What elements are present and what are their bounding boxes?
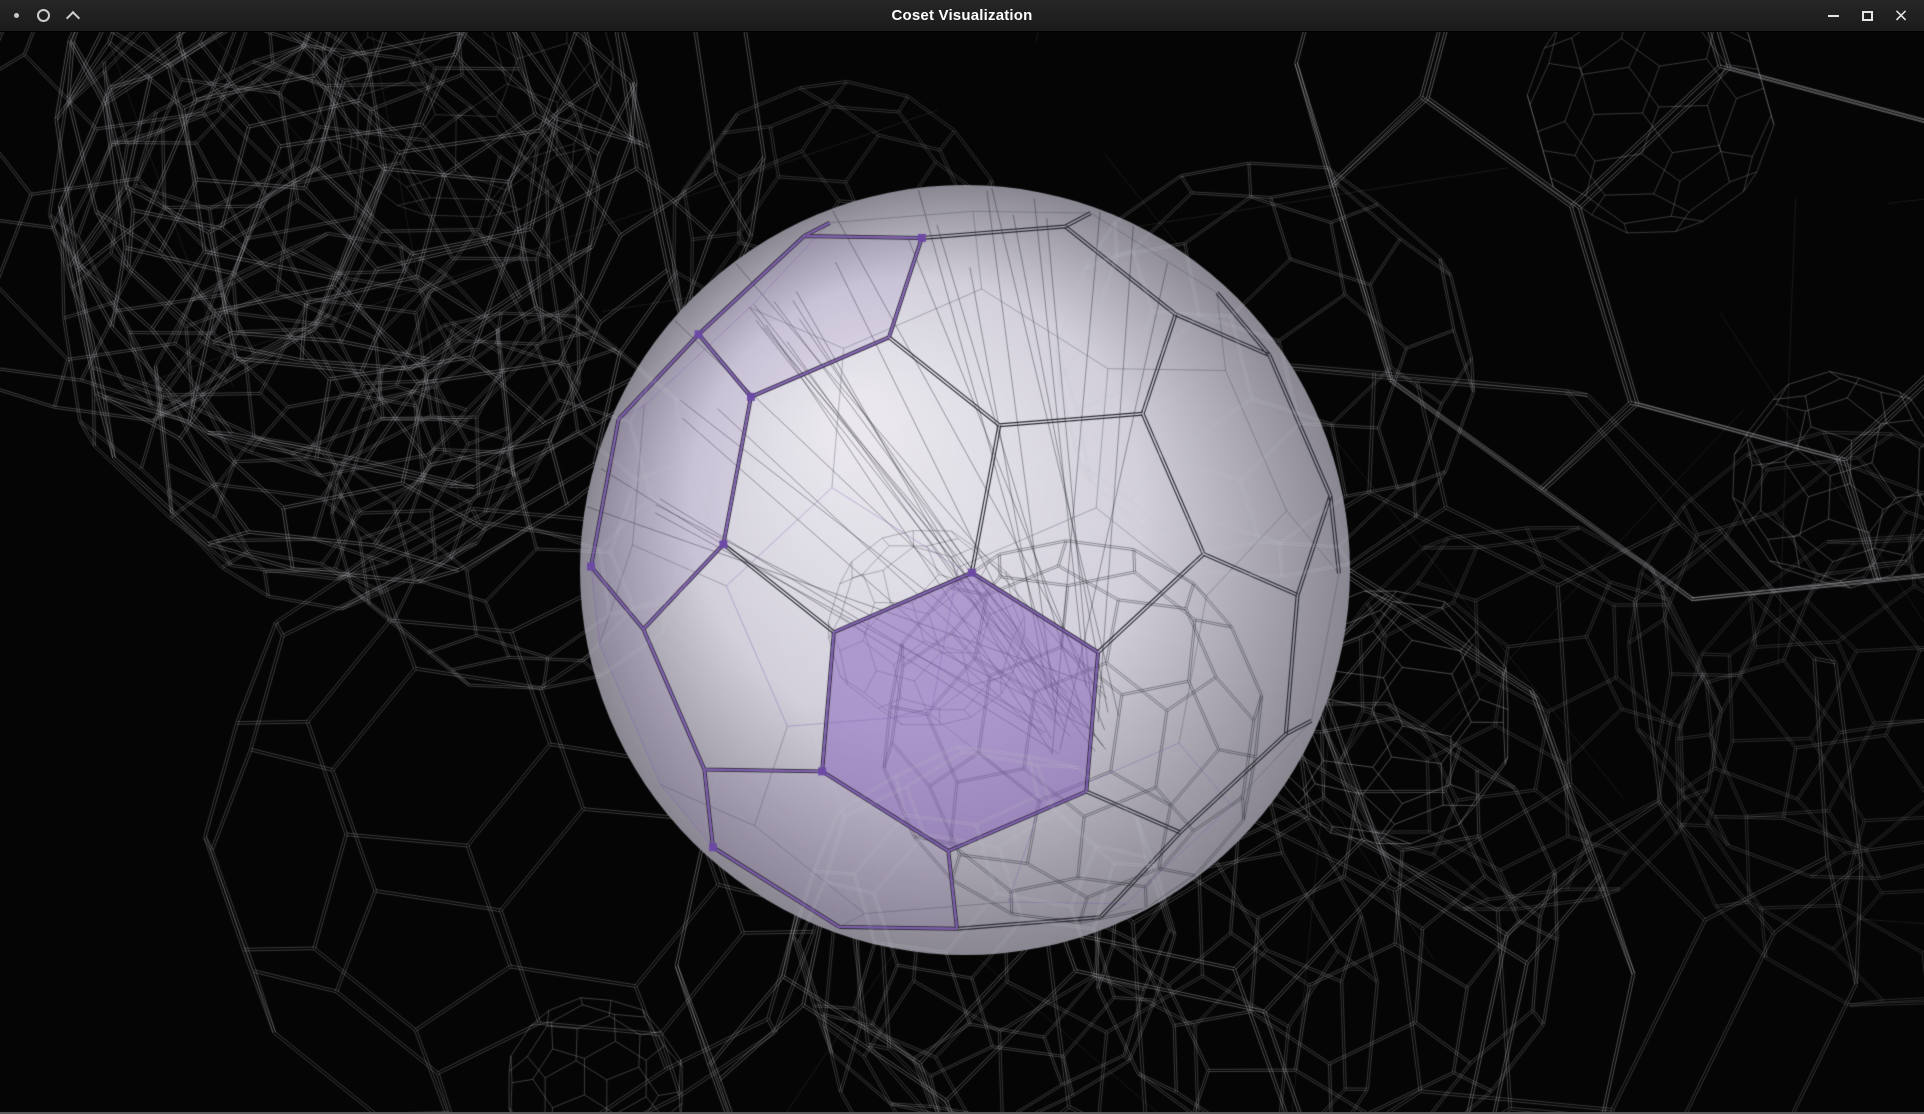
minimize-button[interactable] xyxy=(1816,0,1850,31)
app-window: Coset Visualization × xyxy=(0,0,1924,1114)
maximize-icon xyxy=(1862,11,1873,21)
close-button[interactable]: × xyxy=(1884,0,1918,31)
record-circle-icon[interactable] xyxy=(37,9,50,22)
viewport xyxy=(0,32,1924,1112)
caret-up-icon[interactable] xyxy=(66,10,80,24)
viz-canvas[interactable] xyxy=(0,32,1924,1112)
app-dot-icon[interactable] xyxy=(14,13,19,18)
window-controls: × xyxy=(1816,0,1918,31)
titlebar[interactable]: Coset Visualization × xyxy=(0,0,1924,32)
titlebar-left-controls xyxy=(14,9,78,23)
window-title: Coset Visualization xyxy=(0,7,1924,24)
minimize-icon xyxy=(1828,15,1839,17)
maximize-button[interactable] xyxy=(1850,0,1884,31)
close-icon: × xyxy=(1893,7,1908,25)
